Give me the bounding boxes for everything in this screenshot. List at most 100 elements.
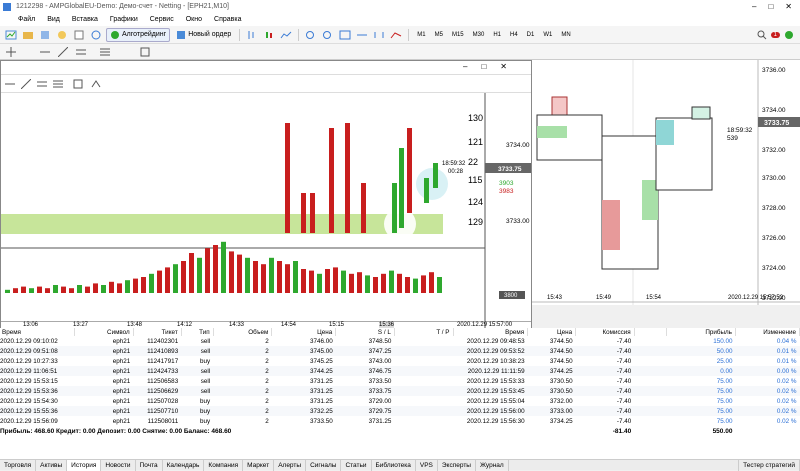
volume-bar [77,285,82,293]
float-maximize-button[interactable]: □ [481,62,486,71]
menu-view[interactable]: Вид [47,16,60,23]
tf-m15[interactable]: M15 [449,32,467,38]
tab-news[interactable]: Новости [101,459,136,471]
tab-experts[interactable]: Эксперты [438,459,476,471]
bar-chart-icon[interactable] [245,28,259,42]
table-row[interactable]: 2020.12.29 15:55:36 eph21 112507710 buy 2 373… [0,406,800,416]
tab-trade[interactable]: Торговля [0,459,37,471]
navigator-icon[interactable] [55,28,69,42]
tab-market[interactable]: Маркет [243,459,275,471]
table-cell: 50.00 [666,346,736,356]
tab-alerts[interactable]: Алерты [274,459,307,471]
col-time-close[interactable]: Время [453,328,529,336]
table-row[interactable]: 2020.12.29 11:06:51 eph21 112424733 sell 2 37… [0,366,800,376]
tf-h4[interactable]: H4 [507,32,521,38]
market-watch-icon[interactable] [38,28,52,42]
notifications-badge[interactable]: 1 [770,31,780,38]
tf-w1[interactable]: W1 [540,32,555,38]
volume-bar [293,261,298,293]
data-window-icon[interactable] [72,28,86,42]
float-trend-icon[interactable] [21,79,31,89]
table-row[interactable]: 2020.12.29 09:51:08 eph21 112410893 sell 2 37… [0,346,800,356]
table-row[interactable]: 2020.12.29 15:54:30 eph21 112507028 buy 2 373… [0,396,800,406]
profiles-icon[interactable] [21,28,35,42]
table-row[interactable]: 2020.12.29 15:53:15 eph21 112506583 sell 2 37… [0,376,800,386]
col-price-close[interactable]: Цена [527,328,577,336]
new-chart-icon[interactable] [4,28,18,42]
search-icon[interactable] [757,30,767,40]
tab-company[interactable]: Компания [204,459,244,471]
tf-m5[interactable]: M5 [432,32,446,38]
col-change[interactable]: Изменение [735,328,800,336]
col-volume[interactable]: Объем [213,328,273,336]
tf-h1[interactable]: H1 [490,32,504,38]
table-cell: -7.40 [616,357,632,365]
col-ticket[interactable]: Тикет [133,328,182,336]
col-profit[interactable]: Прибыль [666,328,736,336]
menu-help[interactable]: Справка [214,16,241,23]
fibo-icon[interactable] [100,47,110,57]
float-close-button[interactable]: ✕ [500,62,507,71]
float-hline-icon[interactable] [5,79,15,89]
indicators-icon[interactable] [389,28,403,42]
menu-tools[interactable]: Сервис [150,16,174,23]
zoom-out-icon[interactable] [321,28,335,42]
float-shapes-icon[interactable] [91,79,103,89]
scroll-icon[interactable] [355,28,369,42]
shift-icon[interactable] [372,28,386,42]
floating-chart-window[interactable]: – □ ✕ 130 121 22 115 124 129 3734.00 3983 3733.0… [0,60,532,331]
col-type[interactable]: Тип [181,328,214,336]
tab-articles[interactable]: Статьи [341,459,372,471]
crosshair-icon[interactable] [6,47,16,57]
col-price[interactable]: Цена [271,328,337,336]
candle-chart-icon[interactable] [262,28,276,42]
connection-icon[interactable] [784,30,794,40]
menu-window[interactable]: Окно [186,16,202,23]
tab-vps[interactable]: VPS [416,459,438,471]
trendline-icon[interactable] [58,47,68,57]
tab-library[interactable]: Библиотека [372,459,416,471]
menu-charts[interactable]: Графики [110,16,138,23]
tf-d1[interactable]: D1 [524,32,538,38]
col-commission[interactable]: Комиссия [575,328,635,336]
table-row[interactable]: 2020.12.29 10:27:33 eph21 112417917 buy 2 374… [0,356,800,366]
tab-history[interactable]: История [67,459,102,471]
tab-signals[interactable]: Сигналы [306,459,342,471]
table-cell: 75.00 [666,386,736,396]
maximize-button[interactable]: □ [768,2,773,11]
tf-mn[interactable]: MN [558,32,573,38]
algo-trading-button[interactable]: Алготрейдинг [106,27,171,42]
col-time[interactable]: Время [0,328,76,336]
float-text-icon[interactable] [73,79,83,89]
tab-journal[interactable]: Журнал [476,459,509,471]
col-symbol[interactable]: Символ [74,328,134,336]
float-minimize-button[interactable]: – [463,62,467,71]
tf-m30[interactable]: M30 [470,32,488,38]
table-row[interactable]: 2020.12.29 15:56:09 eph21 112508011 buy 2 373… [0,416,800,426]
table-row[interactable]: 2020.12.29 15:53:36 eph21 112506629 sell 2 37… [0,386,800,396]
main-chart[interactable]: 3736.00 3734.00 3732.00 3730.00 3728.00 3726.… [532,60,800,305]
col-tp[interactable]: T / P [394,328,454,336]
float-fibo-icon[interactable] [53,79,63,89]
table-cell: 112506583 [147,377,179,385]
tile-icon[interactable] [338,28,352,42]
float-channel-icon[interactable] [37,79,47,89]
channel-icon[interactable] [76,47,86,57]
tab-assets[interactable]: Активы [36,459,68,471]
tab-strategy-tester[interactable]: Тестер стратегий [738,459,800,471]
table-row[interactable]: 2020.12.29 09:10:02 eph21 112402301 sell 2 37… [0,336,800,346]
new-order-button[interactable]: Новый ордер [173,28,234,42]
close-button[interactable]: ✕ [785,2,792,11]
line-chart-icon[interactable] [279,28,293,42]
minimize-button[interactable]: – [752,2,756,11]
shapes-icon[interactable] [140,47,150,57]
tab-mail[interactable]: Почта [136,459,163,471]
hline-icon[interactable] [40,47,50,57]
zoom-in-icon[interactable] [304,28,318,42]
tester-icon[interactable] [89,28,103,42]
menu-file[interactable]: Файл [18,16,35,23]
col-sl[interactable]: S / L [335,328,395,336]
tab-calendar[interactable]: Календарь [163,459,205,471]
menu-insert[interactable]: Вставка [72,16,98,23]
tf-m1[interactable]: M1 [414,32,428,38]
